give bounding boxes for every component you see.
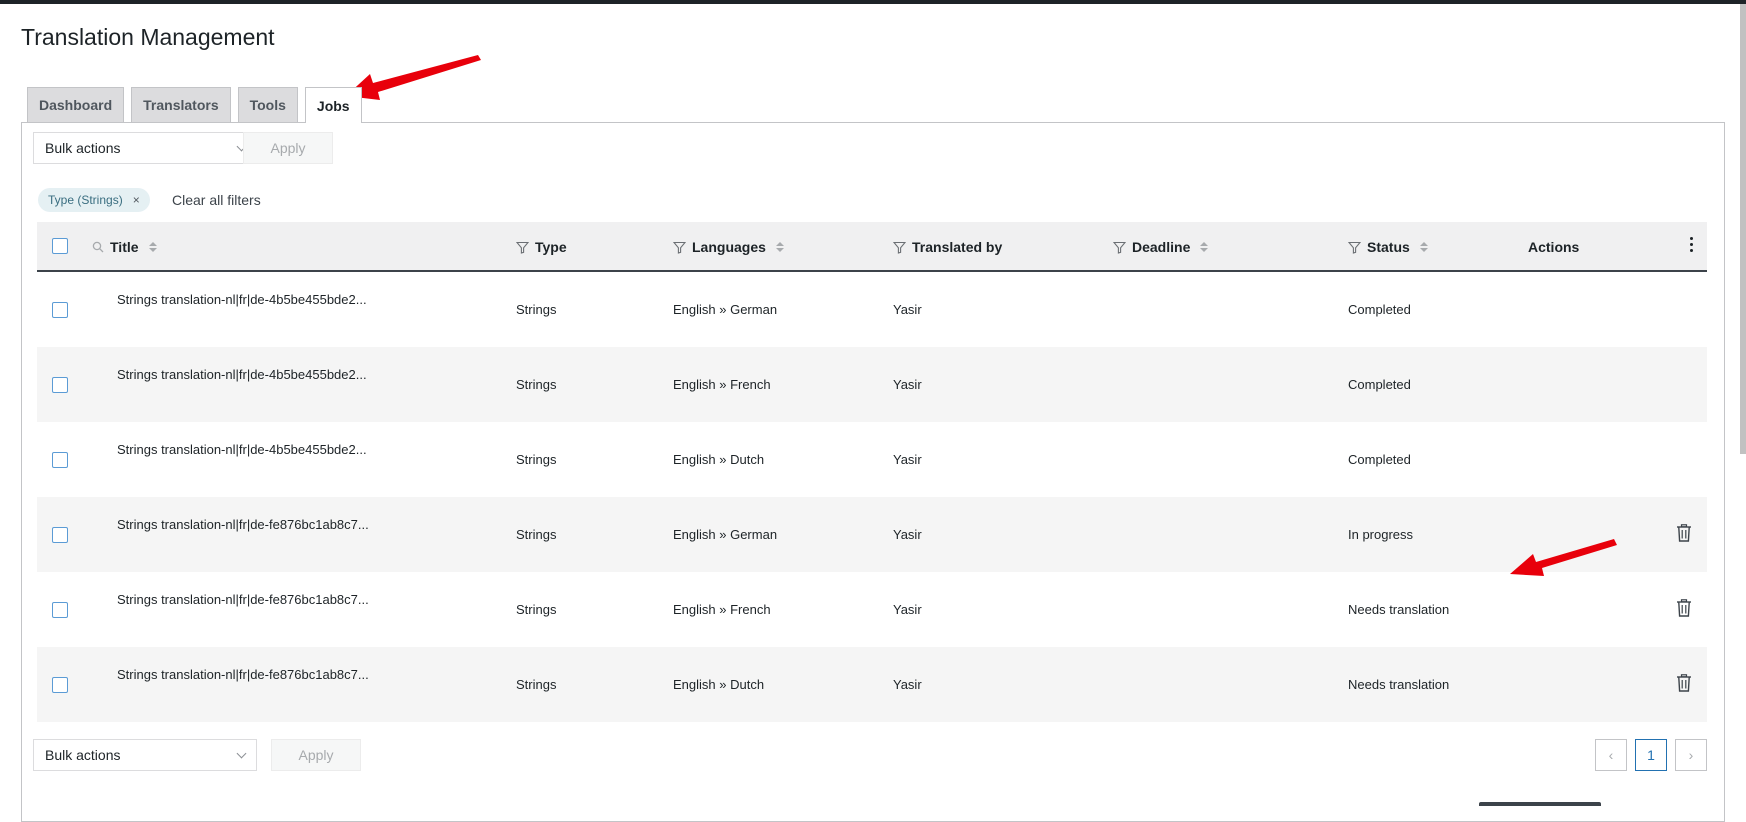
bulk-actions-label: Bulk actions bbox=[45, 747, 121, 763]
column-status[interactable]: Status bbox=[1348, 239, 1428, 255]
cell-type: Strings bbox=[516, 527, 557, 542]
column-options-icon[interactable] bbox=[1690, 237, 1693, 252]
column-title-label: Title bbox=[110, 239, 139, 255]
apply-button-top[interactable]: Apply bbox=[243, 132, 333, 164]
bulk-actions-select-top[interactable]: Bulk actions bbox=[33, 132, 257, 164]
jobs-panel: Bulk actions Apply Type (Strings) × Clea… bbox=[21, 122, 1725, 822]
cell-type: Strings bbox=[516, 602, 557, 617]
top-admin-bar bbox=[0, 0, 1746, 4]
sort-icon[interactable] bbox=[1200, 242, 1209, 252]
cell-title[interactable]: Strings translation-nl|fr|de-4b5be455bde… bbox=[117, 292, 367, 307]
cell-status: Completed bbox=[1348, 302, 1411, 317]
row-checkbox[interactable] bbox=[52, 602, 68, 618]
cell-translated-by: Yasir bbox=[893, 677, 922, 692]
filter-icon[interactable] bbox=[516, 241, 529, 254]
tab-dashboard[interactable]: Dashboard bbox=[27, 87, 125, 122]
column-type-label: Type bbox=[535, 239, 567, 255]
trash-icon[interactable] bbox=[1676, 599, 1692, 620]
close-icon[interactable]: × bbox=[133, 193, 140, 207]
cell-languages: English » German bbox=[673, 302, 778, 317]
clear-all-filters-link[interactable]: Clear all filters bbox=[172, 192, 261, 208]
tab-bar: Dashboard Translators Tools Jobs bbox=[27, 87, 362, 123]
table-row: Strings translation-nl|fr|de-fe876bc1ab8… bbox=[37, 572, 1707, 647]
column-deadline[interactable]: Deadline bbox=[1113, 239, 1209, 255]
row-checkbox[interactable] bbox=[52, 677, 68, 693]
cell-type: Strings bbox=[516, 302, 557, 317]
page-title: Translation Management bbox=[21, 24, 275, 50]
apply-button-bottom[interactable]: Apply bbox=[271, 739, 361, 771]
cell-status: Completed bbox=[1348, 452, 1411, 467]
sort-icon[interactable] bbox=[775, 242, 784, 252]
row-checkbox[interactable] bbox=[52, 452, 68, 468]
column-type[interactable]: Type bbox=[516, 239, 567, 255]
row-checkbox[interactable] bbox=[52, 527, 68, 543]
filter-icon[interactable] bbox=[1113, 241, 1126, 254]
search-icon[interactable] bbox=[92, 241, 104, 253]
cell-title[interactable]: Strings translation-nl|fr|de-fe876bc1ab8… bbox=[117, 667, 369, 682]
tab-translators[interactable]: Translators bbox=[131, 87, 231, 122]
cell-translated-by: Yasir bbox=[893, 377, 922, 392]
scrollbar[interactable] bbox=[1740, 4, 1746, 454]
bottom-handle bbox=[1479, 802, 1601, 806]
pagination-next-button[interactable]: › bbox=[1675, 739, 1707, 771]
cell-type: Strings bbox=[516, 377, 557, 392]
jobs-table: Title Type Languages Translated by Deadl… bbox=[37, 222, 1707, 722]
cell-status: Completed bbox=[1348, 377, 1411, 392]
column-actions-label: Actions bbox=[1528, 239, 1580, 255]
tab-tools[interactable]: Tools bbox=[237, 87, 298, 122]
filter-chip-label: Type (Strings) bbox=[48, 193, 123, 207]
cell-type: Strings bbox=[516, 677, 557, 692]
column-actions: Actions bbox=[1528, 239, 1579, 255]
cell-languages: English » French bbox=[673, 602, 771, 617]
table-row: Strings translation-nl|fr|de-4b5be455bde… bbox=[37, 422, 1707, 497]
column-status-label: Status bbox=[1367, 239, 1410, 255]
column-languages[interactable]: Languages bbox=[673, 239, 784, 255]
trash-icon[interactable] bbox=[1676, 674, 1692, 695]
cell-languages: English » Dutch bbox=[673, 452, 765, 467]
bulk-actions-label: Bulk actions bbox=[45, 140, 121, 156]
filter-icon[interactable] bbox=[673, 241, 686, 254]
table-row: Strings translation-nl|fr|de-4b5be455bde… bbox=[37, 272, 1707, 347]
cell-languages: English » French bbox=[673, 377, 771, 392]
table-row: Strings translation-nl|fr|de-fe876bc1ab8… bbox=[37, 497, 1707, 572]
column-title[interactable]: Title bbox=[92, 239, 157, 255]
cell-translated-by: Yasir bbox=[893, 302, 922, 317]
column-deadline-label: Deadline bbox=[1132, 239, 1191, 255]
select-all-checkbox[interactable] bbox=[52, 238, 68, 254]
filter-icon[interactable] bbox=[893, 241, 906, 254]
cell-translated-by: Yasir bbox=[893, 602, 922, 617]
column-translated-by[interactable]: Translated by bbox=[893, 239, 1002, 255]
table-row: Strings translation-nl|fr|de-fe876bc1ab8… bbox=[37, 647, 1707, 722]
cell-languages: English » Dutch bbox=[673, 677, 765, 692]
bulk-actions-select-bottom[interactable]: Bulk actions bbox=[33, 739, 257, 771]
pagination-prev-button[interactable]: ‹ bbox=[1595, 739, 1627, 771]
sort-icon[interactable] bbox=[1419, 242, 1428, 252]
cell-title[interactable]: Strings translation-nl|fr|de-fe876bc1ab8… bbox=[117, 592, 369, 607]
chevron-down-icon bbox=[236, 748, 247, 758]
cell-title[interactable]: Strings translation-nl|fr|de-4b5be455bde… bbox=[117, 367, 367, 382]
cell-translated-by: Yasir bbox=[893, 452, 922, 467]
row-checkbox[interactable] bbox=[52, 377, 68, 393]
cell-status: In progress bbox=[1348, 527, 1414, 542]
table-row: Strings translation-nl|fr|de-4b5be455bde… bbox=[37, 347, 1707, 422]
row-checkbox[interactable] bbox=[52, 302, 68, 318]
pagination-current-page[interactable]: 1 bbox=[1635, 739, 1667, 771]
annotation-arrow-icon bbox=[346, 55, 481, 100]
column-languages-label: Languages bbox=[692, 239, 766, 255]
cell-type: Strings bbox=[516, 452, 557, 467]
cell-title[interactable]: Strings translation-nl|fr|de-4b5be455bde… bbox=[117, 442, 367, 457]
tab-jobs[interactable]: Jobs bbox=[304, 87, 362, 123]
column-translated-by-label: Translated by bbox=[912, 239, 1003, 255]
cell-status: Needs translation bbox=[1348, 602, 1450, 617]
trash-icon[interactable] bbox=[1676, 524, 1692, 545]
cell-languages: English » German bbox=[673, 527, 778, 542]
sort-icon[interactable] bbox=[148, 242, 157, 252]
filter-icon[interactable] bbox=[1348, 241, 1361, 254]
cell-translated-by: Yasir bbox=[893, 527, 922, 542]
cell-status: Needs translation bbox=[1348, 677, 1450, 692]
cell-title[interactable]: Strings translation-nl|fr|de-fe876bc1ab8… bbox=[117, 517, 369, 532]
table-header: Title Type Languages Translated by Deadl… bbox=[37, 222, 1707, 272]
table-body: Strings translation-nl|fr|de-4b5be455bde… bbox=[37, 272, 1707, 722]
filter-chip-type: Type (Strings) × bbox=[38, 188, 150, 212]
